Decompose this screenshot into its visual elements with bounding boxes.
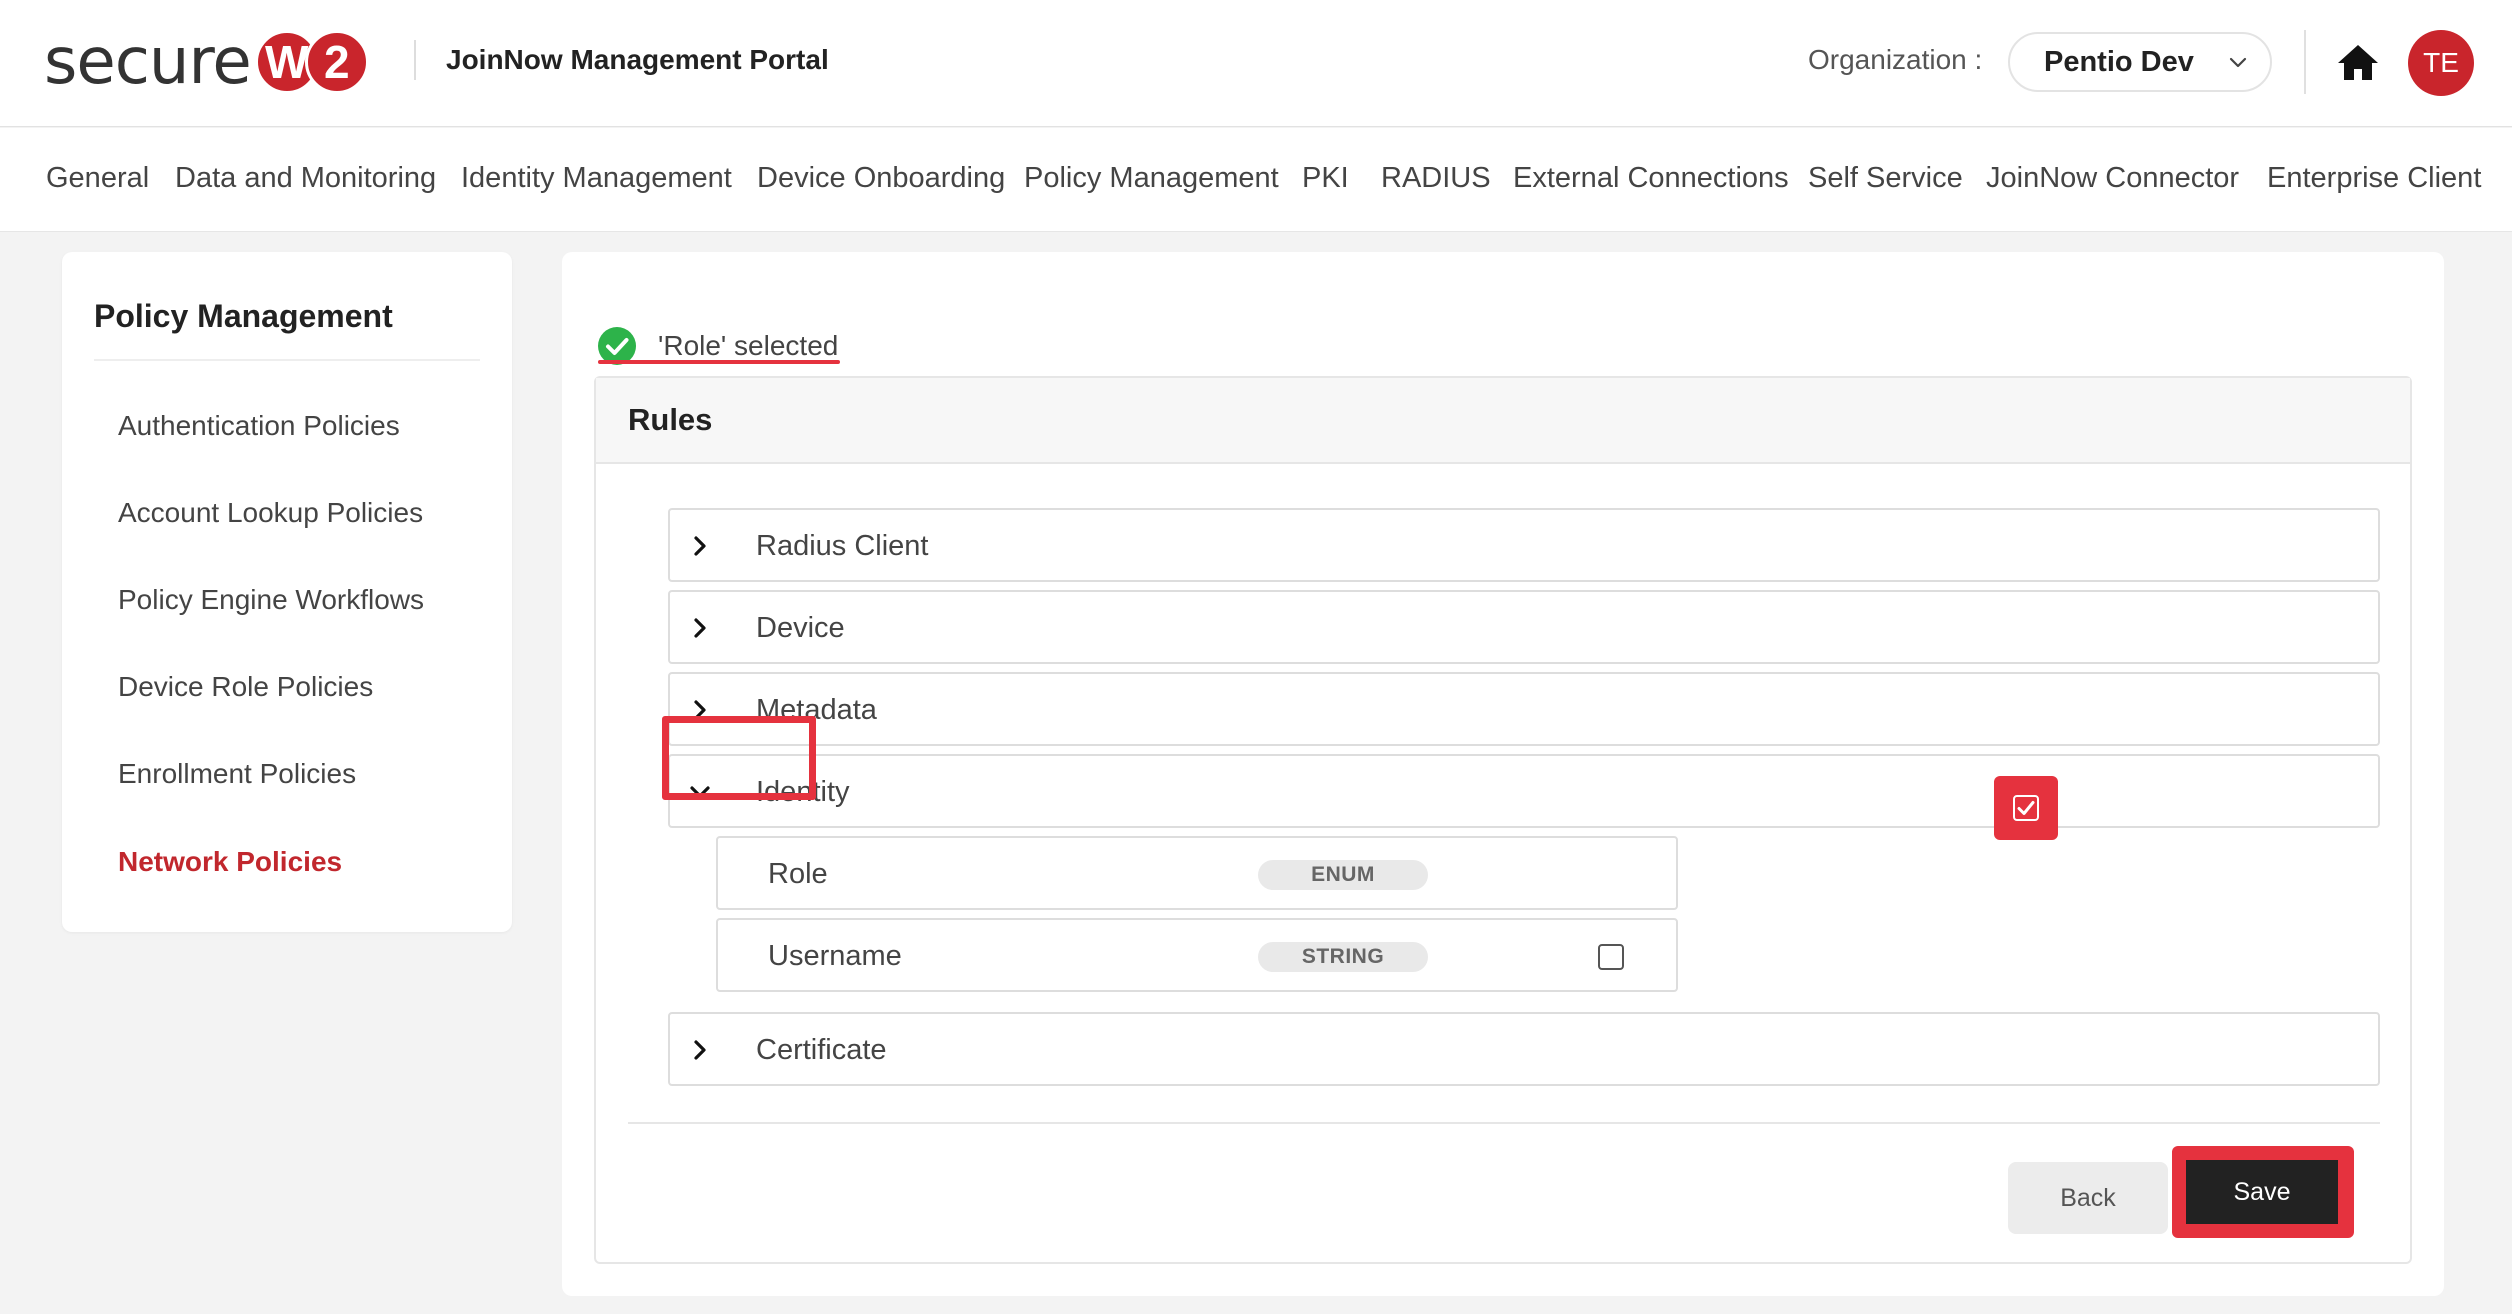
nav-self-service[interactable]: Self Service <box>1808 162 1963 195</box>
save-button[interactable]: Save <box>2186 1160 2338 1224</box>
sidebar-item-network-policies[interactable]: Network Policies <box>118 846 342 878</box>
rules-header: Rules <box>596 378 2410 464</box>
sidebar-item-account-lookup-policies[interactable]: Account Lookup Policies <box>118 497 423 529</box>
sidebar-item-policy-engine-workflows[interactable]: Policy Engine Workflows <box>118 584 424 616</box>
rule-group-device[interactable]: Device <box>668 590 2380 664</box>
annotation-underline <box>598 360 840 364</box>
organization-select[interactable]: Pentio Dev <box>2008 32 2272 92</box>
nav-external-connections[interactable]: External Connections <box>1513 162 1789 195</box>
header-divider <box>414 40 416 80</box>
field-type-badge: ENUM <box>1258 860 1428 890</box>
nav-general[interactable]: General <box>46 162 149 195</box>
user-avatar[interactable]: TE <box>2408 30 2474 96</box>
selection-status-text: 'Role' selected <box>658 330 839 361</box>
back-button[interactable]: Back <box>2008 1162 2168 1234</box>
chevron-right-icon <box>694 1040 706 1060</box>
nav-radius[interactable]: RADIUS <box>1381 162 1491 195</box>
rule-group-metadata[interactable]: Metadata <box>668 672 2380 746</box>
rule-group-radius-client[interactable]: Radius Client <box>668 508 2380 582</box>
top-header: secure W 2 JoinNow Management Portal Org… <box>0 0 2512 127</box>
checkmark-icon <box>2017 801 2035 815</box>
securew2-logo[interactable]: secure W 2 <box>44 26 369 98</box>
sidebar-divider <box>94 359 480 361</box>
rule-group-label: Device <box>756 612 845 644</box>
organization-label: Organization : <box>1808 44 1983 75</box>
logo-text: secure <box>44 25 252 99</box>
identity-field-username: Username STRING <box>716 918 1678 992</box>
nav-device-onboarding[interactable]: Device Onboarding <box>757 162 1005 195</box>
rule-group-label: Radius Client <box>756 530 929 562</box>
field-label: Role <box>768 858 828 890</box>
home-icon[interactable] <box>2336 42 2380 82</box>
nav-data-and-monitoring[interactable]: Data and Monitoring <box>175 162 436 195</box>
identity-field-role: Role ENUM <box>716 836 1678 910</box>
rules-title: Rules <box>628 402 713 437</box>
rule-group-certificate[interactable]: Certificate <box>668 1012 2380 1086</box>
header-divider-right <box>2304 30 2306 94</box>
sidebar: Policy Management Authentication Policie… <box>62 252 512 932</box>
username-checkbox[interactable] <box>1598 944 1624 970</box>
nav-joinnow-connector[interactable]: JoinNow Connector <box>1986 162 2239 195</box>
sidebar-item-enrollment-policies[interactable]: Enrollment Policies <box>118 758 356 790</box>
rule-group-label: Certificate <box>756 1034 887 1066</box>
role-checkbox-wrap <box>2005 787 2047 829</box>
nav-enterprise-client[interactable]: Enterprise Client <box>2267 162 2481 195</box>
footer-divider <box>628 1122 2380 1124</box>
nav-pki[interactable]: PKI <box>1302 162 1349 195</box>
rules-card: Rules Radius Client Device Metadata Iden… <box>594 376 2412 1264</box>
portal-title: JoinNow Management Portal <box>446 44 829 75</box>
sidebar-item-device-role-policies[interactable]: Device Role Policies <box>118 671 373 703</box>
logo-2-circle: 2 <box>304 30 369 94</box>
role-checkbox[interactable] <box>2013 795 2039 821</box>
logo-badge: W 2 <box>254 30 369 94</box>
sidebar-title: Policy Management <box>94 298 393 334</box>
chevron-right-icon <box>694 618 706 638</box>
organization-value: Pentio Dev <box>2044 45 2194 78</box>
identity-highlight-annotation <box>662 716 816 800</box>
chevron-right-icon <box>694 536 706 556</box>
sidebar-item-authentication-policies[interactable]: Authentication Policies <box>118 410 400 442</box>
nav-identity-management[interactable]: Identity Management <box>461 162 732 195</box>
nav-policy-management[interactable]: Policy Management <box>1024 162 1279 195</box>
rule-group-identity[interactable]: Identity <box>668 754 2380 828</box>
chevron-down-icon <box>2229 57 2247 68</box>
main-panel: 'Role' selected Rules Radius Client Devi… <box>562 252 2444 1296</box>
username-checkbox-wrap <box>1591 937 1631 977</box>
field-label: Username <box>768 940 902 972</box>
main-nav: General Data and Monitoring Identity Man… <box>0 128 2512 232</box>
field-type-badge: STRING <box>1258 942 1428 972</box>
